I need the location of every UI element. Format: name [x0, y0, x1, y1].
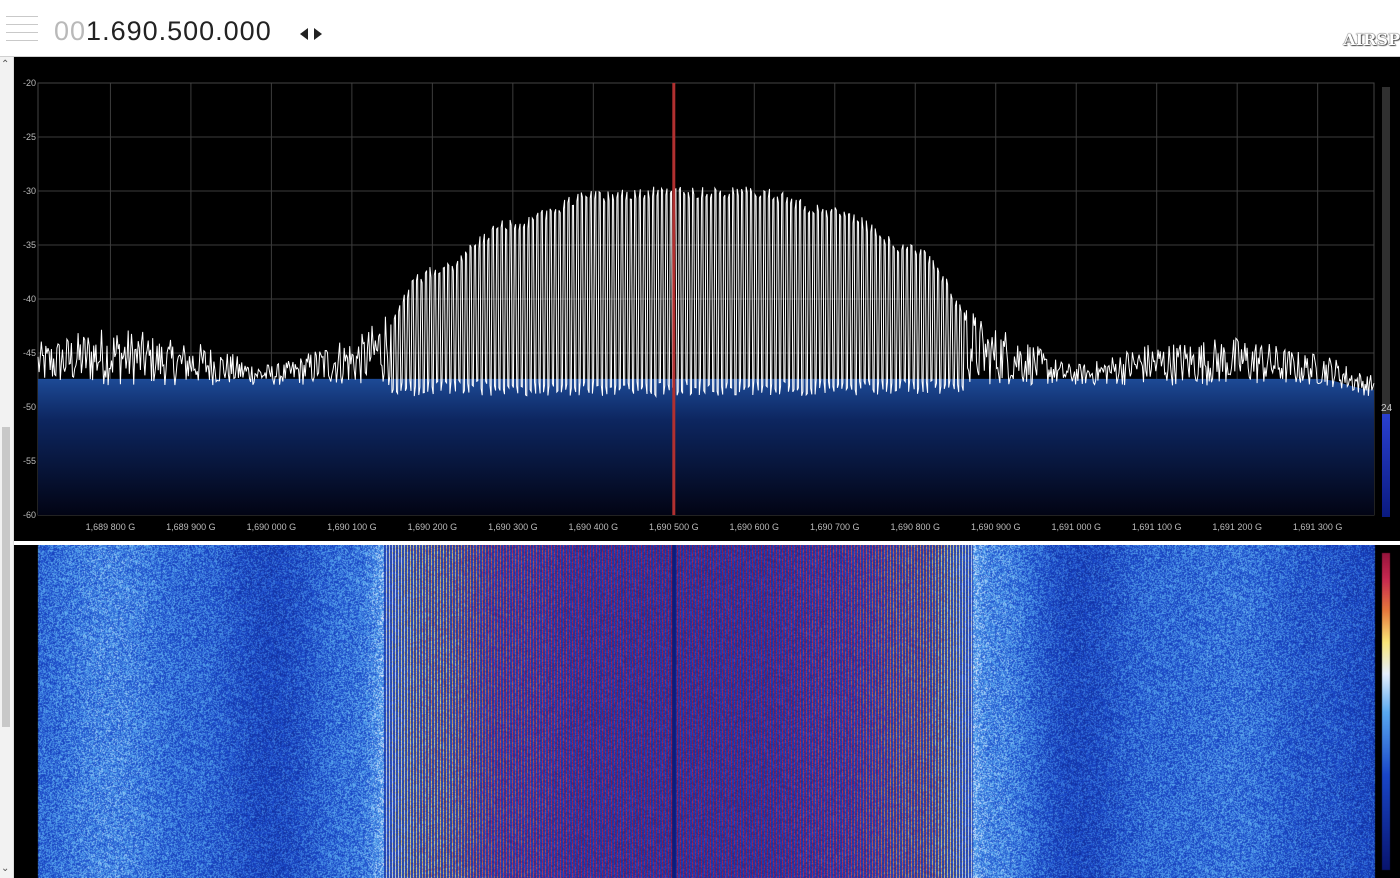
spectrum-display[interactable]: -20 -25 -30 -35 -40 -45 -50 -55 -60 1,689 800 G1…: [14, 57, 1400, 541]
x-tick-label: 1,690 700 G: [810, 522, 860, 532]
frequency-leading-digits[interactable]: 00: [54, 16, 86, 46]
spectrum-fill-area: [38, 378, 1374, 515]
x-tick-label: 1,689 900 G: [166, 522, 216, 532]
frequency-value[interactable]: 1.690.500.000: [86, 16, 272, 46]
x-tick-label: 1,690 600 G: [730, 522, 780, 532]
x-tick-label: 1,691 000 G: [1051, 522, 1101, 532]
x-tick-label: 1,690 400 G: [569, 522, 619, 532]
x-tick-label: 1,690 300 G: [488, 522, 538, 532]
vertical-scrollbar[interactable]: ⌃ ⌄: [0, 57, 14, 878]
spectrum-plot[interactable]: -20-25-30-35-40-45-50-55-60 1,689 800 G1…: [14, 57, 1400, 541]
y-axis-labels: -20 -25 -30 -35 -40 -45 -50 -55 -60: [23, 78, 36, 520]
x-tick-label: 1,690 500 G: [649, 522, 699, 532]
x-tick-label: 1,690 900 G: [971, 522, 1021, 532]
waterfall-canvas[interactable]: [14, 545, 1400, 878]
waterfall-display[interactable]: [14, 545, 1400, 878]
y-tick-label: -55: [23, 456, 36, 466]
x-tick-label: 1,691 300 G: [1293, 522, 1343, 532]
menu-grip-icon[interactable]: [0, 14, 44, 48]
scroll-down-icon[interactable]: ⌄: [1, 863, 9, 874]
x-tick-label: 1,690 100 G: [327, 522, 377, 532]
y-tick-label: -40: [23, 294, 36, 304]
x-tick-label: 1,690 200 G: [408, 522, 458, 532]
airspy-logo: AIRSP: [1343, 30, 1400, 49]
x-tick-label: 1,690 800 G: [890, 522, 940, 532]
y-tick-label: -25: [23, 132, 36, 142]
frequency-display[interactable]: 001.690.500.000: [54, 14, 272, 48]
toolbar: 001.690.500.000 AIRSP: [0, 0, 1400, 57]
y-tick-label: -60: [23, 510, 36, 520]
level-label: 24: [1381, 403, 1393, 414]
scroll-up-icon[interactable]: ⌃: [1, 59, 9, 70]
scroll-thumb[interactable]: [2, 427, 10, 727]
x-tick-label: 1,691 200 G: [1212, 522, 1262, 532]
y-tick-label: -30: [23, 186, 36, 196]
y-tick-label: -50: [23, 402, 36, 412]
x-axis-labels: 1,689 800 G 1,689 900 G 1,690 000 G 1,690 1…: [86, 522, 1343, 532]
x-tick-label: 1,689 800 G: [86, 522, 136, 532]
frequency-shift-arrows-icon[interactable]: [299, 24, 325, 44]
y-tick-label: -45: [23, 348, 36, 358]
level-bar: [1382, 414, 1390, 517]
spectrum-trace-line: [37, 186, 1375, 398]
y-tick-label: -20: [23, 78, 36, 88]
x-tick-label: 1,690 000 G: [247, 522, 297, 532]
x-tick-label: 1,691 100 G: [1132, 522, 1182, 532]
y-tick-label: -35: [23, 240, 36, 250]
